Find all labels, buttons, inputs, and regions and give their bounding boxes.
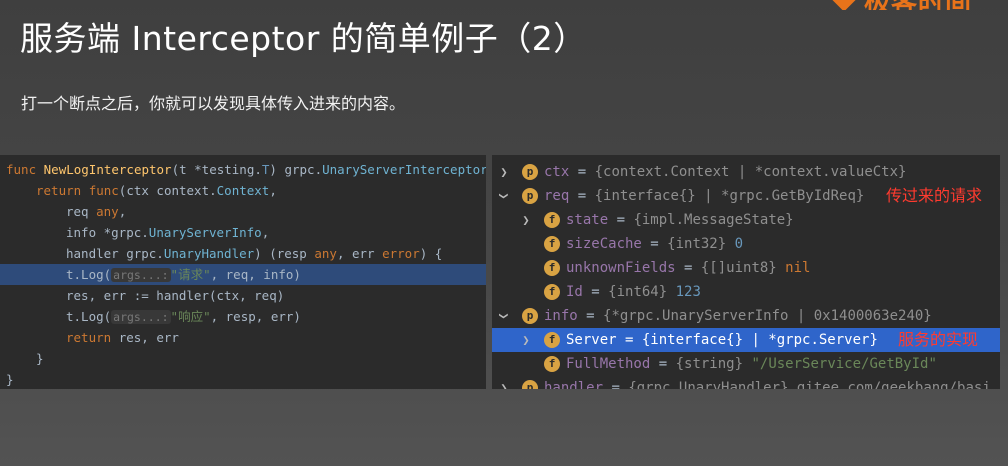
field-badge-icon: f <box>544 356 560 372</box>
var-row-state[interactable]: ❯ f state = {impl.MessageState} <box>492 208 1000 232</box>
var-row-id[interactable]: f Id = {int64} 123 <box>492 280 1000 304</box>
var-row-req[interactable]: ❯ p req = {interface{} | *grpc.GetByIdRe… <box>492 184 1000 208</box>
var-row-unknownfields[interactable]: f unknownFields = {[]uint8} nil <box>492 256 1000 280</box>
var-row-fullmethod[interactable]: f FullMethod = {string} "/UserService/Ge… <box>492 352 1000 376</box>
code-line-8: t.Log(args...: "响应", resp, err) <box>66 309 301 324</box>
code-line-3: req any, <box>66 204 127 219</box>
slide-title: 服务端 Interceptor 的简单例子（2） <box>20 19 587 58</box>
code-editor: func NewLogInterceptor(t *testing.T) grp… <box>0 155 486 389</box>
var-row-handler[interactable]: ❯ p handler = {grpc.UnaryHandler} gitee.… <box>492 376 1000 389</box>
code-line-7: res, err := handler(ctx, req) <box>66 288 285 303</box>
expand-arrow-icon[interactable]: ❯ <box>498 160 510 184</box>
var-row-info[interactable]: ❯ p info = {*grpc.UnaryServerInfo | 0x14… <box>492 304 1000 328</box>
field-badge-icon: f <box>544 212 560 228</box>
param-badge-icon: p <box>522 164 538 180</box>
code-line-1: func NewLogInterceptor(t *testing.T) grp… <box>6 162 486 177</box>
expand-arrow-icon[interactable]: ❯ <box>520 328 532 352</box>
code-line-4: info *grpc.UnaryServerInfo, <box>66 225 270 240</box>
collapse-arrow-icon[interactable]: ❯ <box>492 190 516 202</box>
field-badge-icon: f <box>544 236 560 252</box>
debugger-variables-panel: ❯ p ctx = {context.Context | *context.va… <box>492 155 1000 389</box>
param-badge-icon: p <box>522 308 538 324</box>
code-line-2: return func(ctx context.Context, <box>36 183 277 198</box>
var-row-ctx[interactable]: ❯ p ctx = {context.Context | *context.va… <box>492 160 1000 184</box>
field-badge-icon: f <box>544 284 560 300</box>
collapse-arrow-icon[interactable]: ❯ <box>492 310 516 322</box>
var-row-server-selected[interactable]: ❯ f Server = {interface{} | *grpc.Server… <box>492 328 1000 352</box>
param-badge-icon: p <box>522 188 538 204</box>
code-line-9: return res, err <box>66 330 179 345</box>
code-line-11: } <box>6 372 14 387</box>
expand-arrow-icon[interactable]: ❯ <box>520 208 532 232</box>
code-line-6-breakpoint[interactable]: t.Log(args...: "请求", req, info) <box>0 264 486 285</box>
annotation-request: 传过来的请求 <box>886 186 983 205</box>
field-badge-icon: f <box>544 332 560 348</box>
code-line-10: } <box>36 351 44 366</box>
field-badge-icon: f <box>544 260 560 276</box>
annotation-server: 服务的实现 <box>898 330 979 349</box>
param-badge-icon: p <box>522 380 538 389</box>
code-line-5: handler grpc.UnaryHandler) (resp any, er… <box>66 246 443 261</box>
expand-arrow-icon[interactable]: ❯ <box>498 376 510 389</box>
slide-subtitle: 打一个断点之后，你就可以发现具体传入进来的内容。 <box>21 94 406 113</box>
logo-mark-icon <box>832 0 858 10</box>
logo: 极客时间 <box>832 0 1008 10</box>
var-row-sizecache[interactable]: f sizeCache = {int32} 0 <box>492 232 1000 256</box>
logo-text: 极客时间 <box>864 0 972 10</box>
